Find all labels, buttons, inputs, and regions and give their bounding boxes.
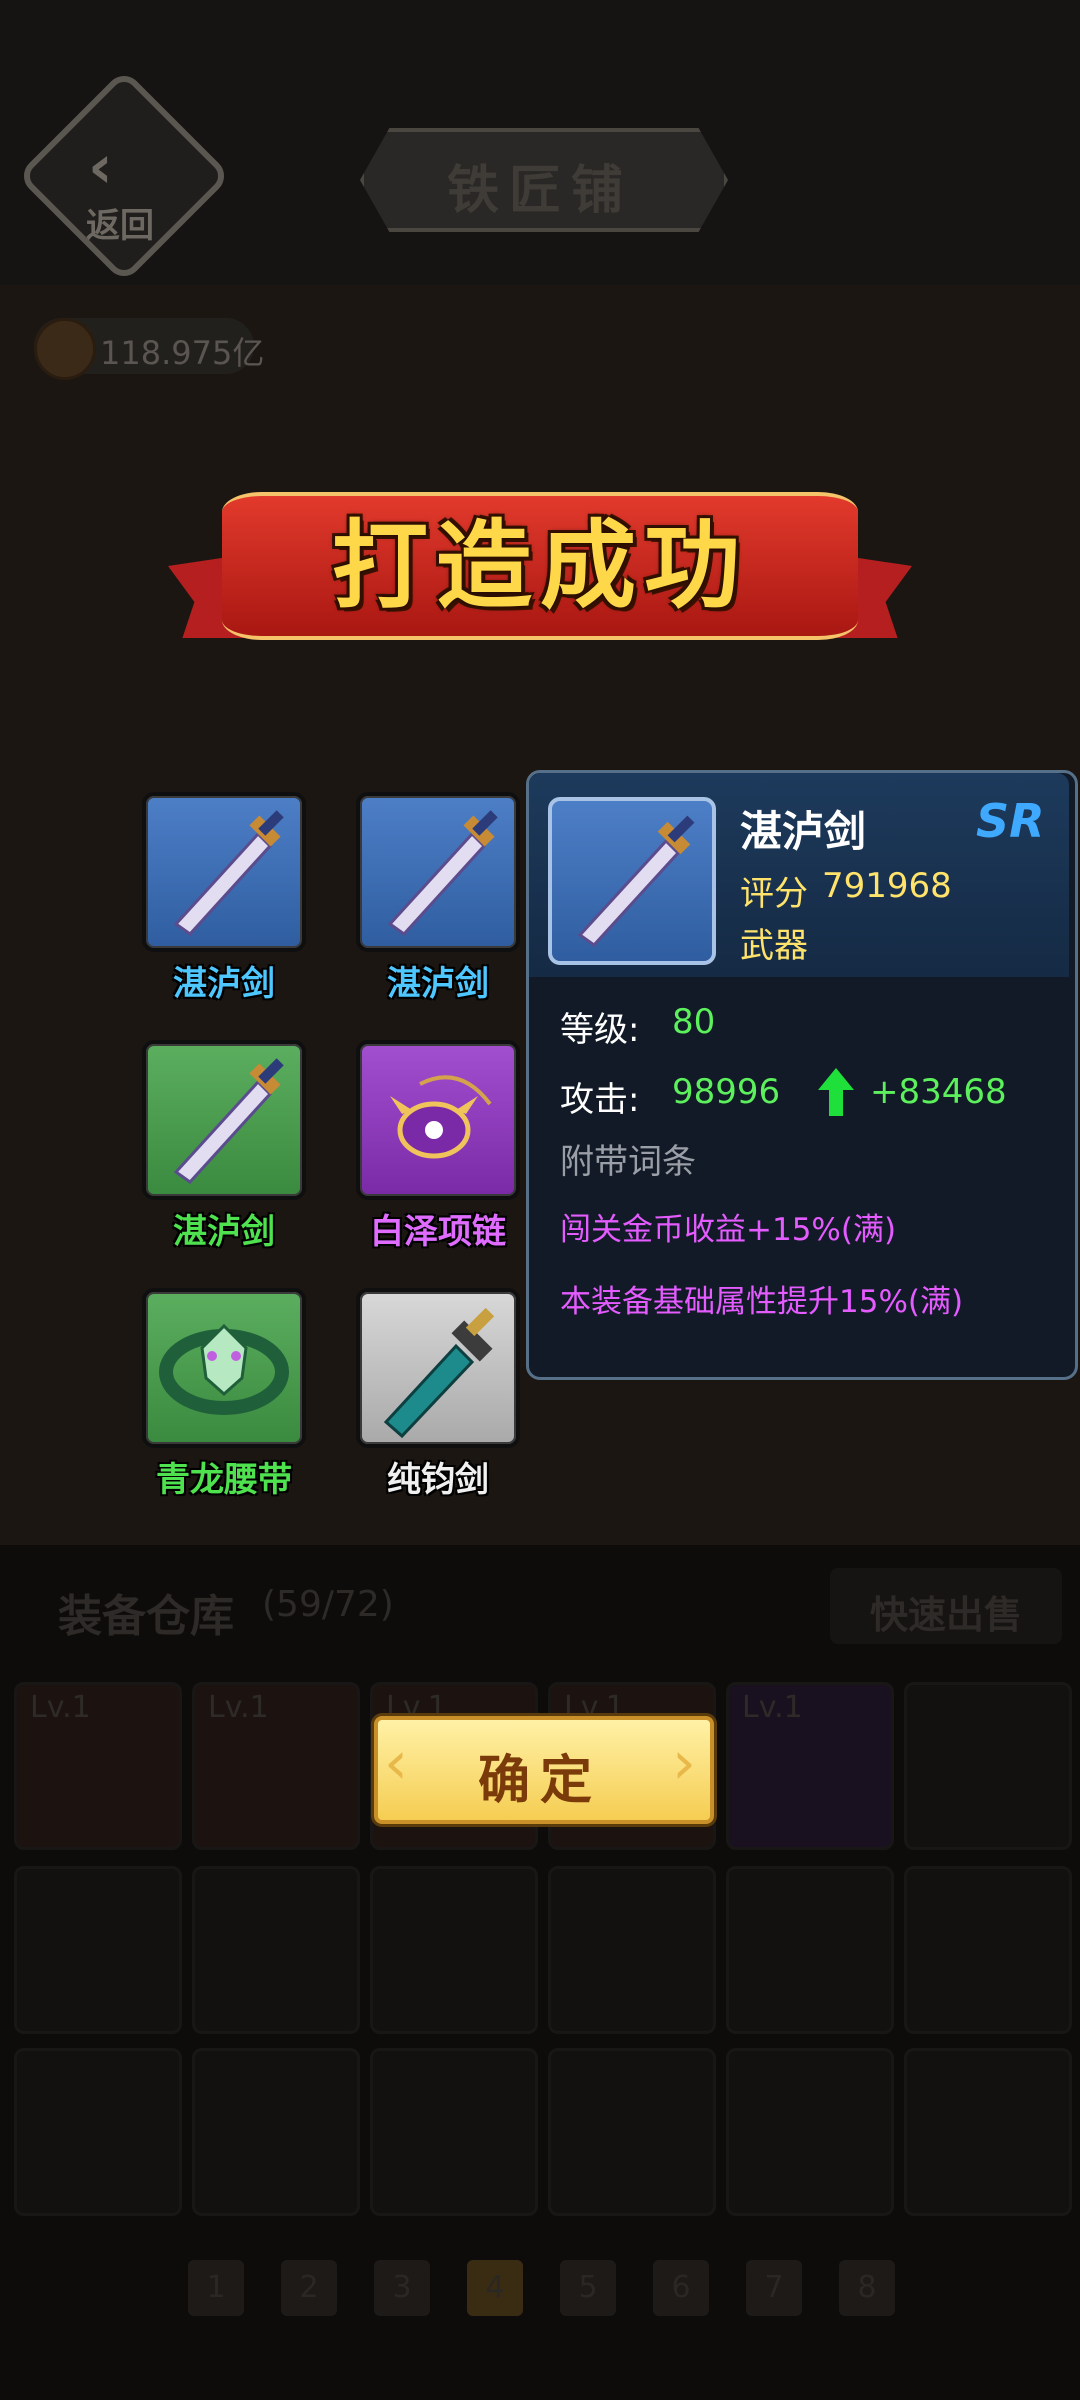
score-value: 791968 (822, 866, 952, 906)
banner-text: 打造成功 (332, 510, 748, 622)
sword-icon (387, 810, 498, 936)
reward-name: 湛泸剑 (173, 1212, 275, 1252)
item-type: 武器 (740, 926, 808, 966)
reward-name: 湛泸剑 (173, 964, 275, 1004)
score-label: 评分 (740, 874, 808, 914)
reward-card[interactable] (142, 1288, 306, 1448)
attack-label: 攻击: (560, 1080, 640, 1120)
reward-card[interactable] (356, 792, 520, 952)
reward-name: 纯钧剑 (387, 1460, 489, 1500)
reward-name: 湛泸剑 (387, 964, 489, 1004)
greatsword-icon (383, 1307, 495, 1439)
sword-icon (577, 815, 695, 947)
level-value: 80 (672, 1002, 716, 1042)
reward-card[interactable] (142, 1040, 306, 1200)
item-detail-icon (548, 797, 716, 965)
reward-name: 青龙腰带 (156, 1460, 292, 1500)
rarity-badge: SR (976, 794, 1045, 848)
reward-name: 白泽项链 (370, 1212, 506, 1252)
attack-value: 98996 (672, 1072, 781, 1112)
sword-icon (173, 810, 284, 936)
reward-card[interactable] (356, 1040, 520, 1200)
affix-line: 闯关金币收益+15%(满) (560, 1212, 897, 1248)
attack-delta: +83468 (870, 1072, 1007, 1112)
confirm-label: 确定 (477, 1751, 602, 1811)
item-name: 湛泸剑 (740, 807, 867, 856)
belt-icon (159, 1323, 289, 1415)
necklace-icon (390, 1075, 492, 1159)
sword-icon (173, 1058, 284, 1184)
level-label: 等级: (560, 1010, 640, 1050)
affix-line: 本装备基础属性提升15%(满) (560, 1284, 964, 1320)
affix-title: 附带词条 (560, 1142, 696, 1182)
reward-card[interactable] (356, 1288, 520, 1448)
arrow-up-icon (818, 1068, 854, 1116)
reward-card[interactable] (142, 792, 306, 952)
